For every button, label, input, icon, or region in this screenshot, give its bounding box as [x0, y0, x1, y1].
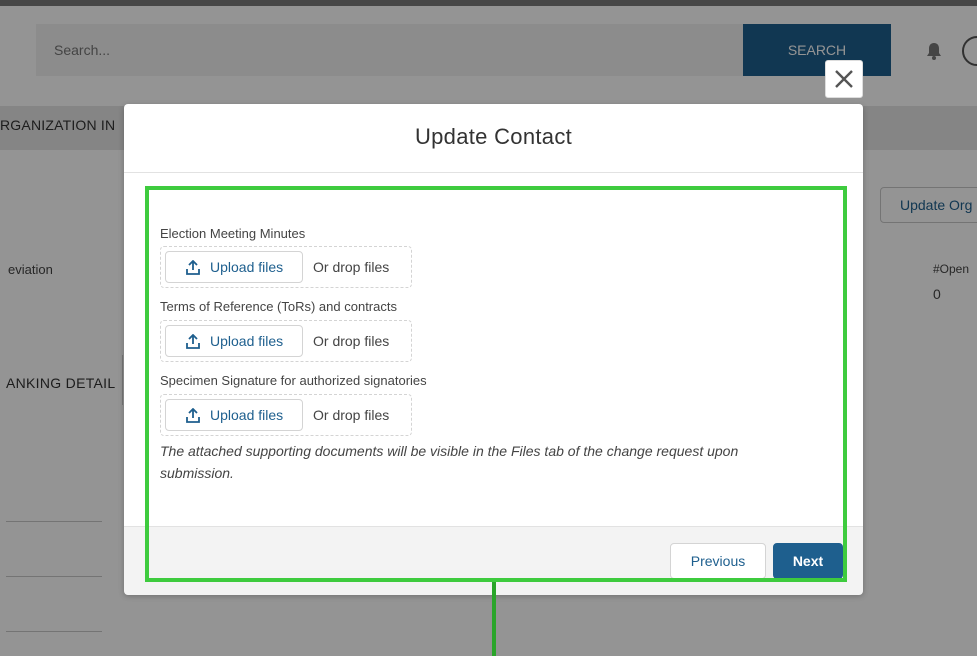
supporting-documents-note: The attached supporting documents will b… — [160, 443, 739, 481]
modal-footer: Previous Next — [124, 526, 863, 595]
upload-button-label: Upload files — [210, 333, 284, 349]
update-contact-modal: Update Contact Election Meeting Minutes … — [124, 104, 863, 595]
drop-files-label: Or drop files — [313, 407, 390, 423]
upload-icon — [186, 407, 200, 426]
previous-button[interactable]: Previous — [670, 543, 766, 579]
close-modal-button[interactable] — [825, 60, 863, 98]
drop-files-label: Or drop files — [313, 259, 390, 275]
drop-files-label: Or drop files — [313, 333, 390, 349]
modal-header: Update Contact — [124, 104, 863, 173]
specimen-signature-label: Specimen Signature for authorized signat… — [160, 373, 427, 388]
upload-button-label: Upload files — [210, 407, 284, 423]
election-minutes-dropzone[interactable]: Upload files Or drop files — [160, 246, 412, 288]
specimen-signature-upload-button[interactable]: Upload files — [165, 399, 303, 431]
terms-of-reference-upload-button[interactable]: Upload files — [165, 325, 303, 357]
upload-button-label: Upload files — [210, 259, 284, 275]
election-minutes-upload-button[interactable]: Upload files — [165, 251, 303, 283]
election-minutes-label: Election Meeting Minutes — [160, 226, 306, 241]
specimen-signature-dropzone[interactable]: Upload files Or drop files — [160, 394, 412, 436]
terms-of-reference-label: Terms of Reference (ToRs) and contracts — [160, 299, 397, 314]
terms-of-reference-dropzone[interactable]: Upload files Or drop files — [160, 320, 412, 362]
upload-icon — [186, 333, 200, 352]
modal-title: Update Contact — [414, 124, 573, 149]
next-button[interactable]: Next — [773, 543, 843, 579]
upload-icon — [186, 259, 200, 278]
